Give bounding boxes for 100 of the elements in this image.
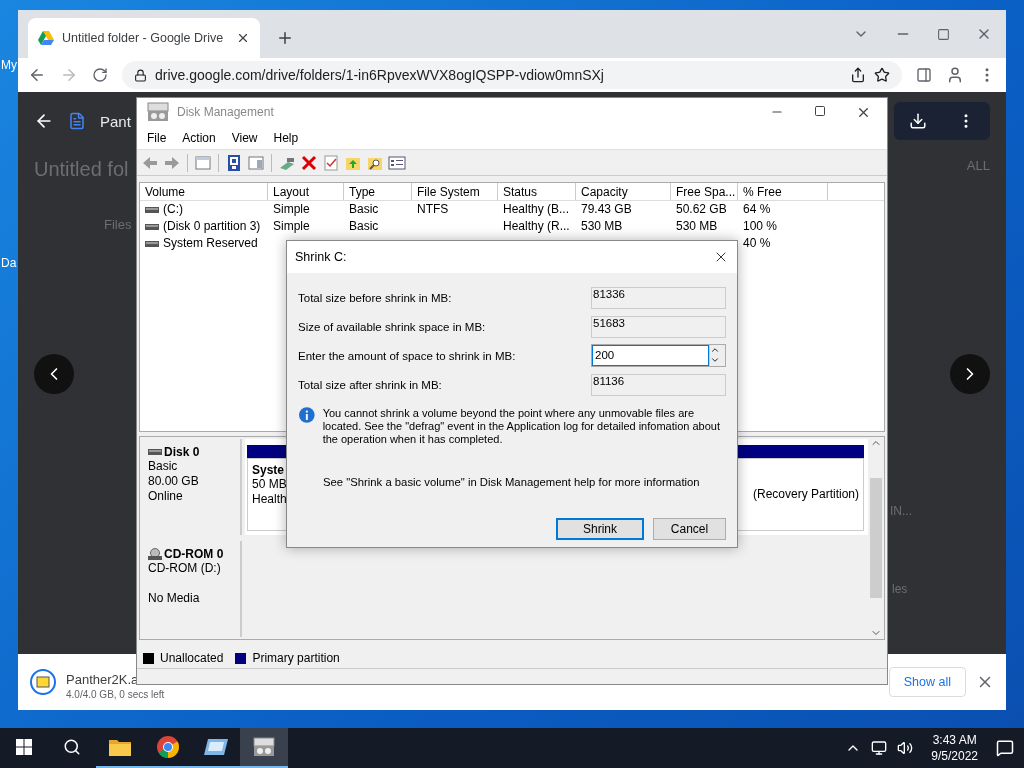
partition-detail: 50 MB <box>252 477 287 492</box>
close-icon[interactable] <box>236 31 250 45</box>
back-icon[interactable] <box>28 66 46 84</box>
menu-item[interactable]: File <box>139 130 175 145</box>
table-cell[interactable]: System Reserved <box>163 235 258 252</box>
table-cell: Healthy (R... <box>503 218 570 235</box>
table-cell: NTFS <box>417 201 449 218</box>
column-header[interactable]: % Free <box>738 183 828 200</box>
partition-detail: (Recovery Partition) <box>752 487 859 502</box>
spin-down-icon[interactable] <box>710 355 720 365</box>
disk-management-icon <box>251 736 277 758</box>
iso-file-icon <box>30 669 56 695</box>
new-tab-icon[interactable] <box>276 29 294 47</box>
search-icon <box>63 738 81 756</box>
address-bar[interactable]: drive.google.com/drive/folders/1-in6RpvexWVX8ogIQSPP-vdiow0mnSXj <box>122 61 902 89</box>
disk-status: Online <box>148 489 184 504</box>
field-label: Total size after shrink in MB: <box>298 378 442 391</box>
cancel-button[interactable]: Cancel <box>653 518 726 540</box>
column-header[interactable]: Type <box>344 183 412 200</box>
shrink-button[interactable]: Shrink <box>556 518 644 540</box>
desktop-icon-label[interactable]: Da <box>1 256 17 270</box>
notifications-icon[interactable] <box>996 739 1014 757</box>
profile-icon[interactable] <box>946 66 964 84</box>
windows-logo-icon <box>16 739 32 755</box>
column-header[interactable]: Free Spa... <box>671 183 738 200</box>
files-label: Files <box>104 217 132 232</box>
file-icon <box>68 112 86 130</box>
readonly-field: 81336 <box>591 286 726 309</box>
network-icon[interactable] <box>871 740 888 756</box>
window-app-icon <box>203 737 229 757</box>
table-cell: Basic <box>349 218 379 235</box>
download-icon <box>909 112 927 130</box>
scroll-thumb[interactable] <box>870 478 882 598</box>
column-header[interactable]: Status <box>498 183 576 200</box>
volume-icon <box>145 205 159 214</box>
info-icon <box>299 407 315 423</box>
table-cell: 40 % <box>743 235 771 252</box>
table-cell: Basic <box>349 201 379 218</box>
desktop-icon-label[interactable]: My <box>1 58 17 72</box>
disk-management-icon <box>145 101 171 123</box>
menu-item[interactable]: View <box>223 130 266 145</box>
volume-icon[interactable] <box>897 740 914 756</box>
table-cell: Simple <box>273 218 310 235</box>
side-panel-icon[interactable] <box>916 67 932 83</box>
chrome-icon <box>156 735 180 759</box>
item-name: IN... <box>890 504 912 518</box>
table-cell[interactable]: (C:) <box>163 201 183 218</box>
menu-item[interactable]: Action <box>174 130 224 145</box>
lock-icon <box>134 68 147 82</box>
download-status: 4.0/4.0 GB, 0 secs left <box>66 689 165 700</box>
maximize-icon[interactable] <box>814 104 826 117</box>
column-header[interactable]: Layout <box>268 183 344 200</box>
download-button[interactable] <box>894 102 990 140</box>
share-icon[interactable] <box>850 67 866 83</box>
info-message: You cannot shrink a volume beyond the point where any unmovable files are located. See the "defrag" event in the Application log for detailed infomation about the operation when it has completed. <box>322 407 721 446</box>
download-file-name[interactable]: Panther2K.a <box>66 672 139 687</box>
readonly-field: 81136 <box>591 373 726 396</box>
disk-size: 80.00 GB <box>148 474 200 489</box>
column-header[interactable]: Volume <box>140 183 268 200</box>
field-label: Total size before shrink in MB: <box>298 291 452 304</box>
show-all-button[interactable]: Show all <box>888 667 966 697</box>
clock[interactable]: 3:43 AM 9/5/2022 <box>923 732 986 764</box>
taskbar-app-button[interactable] <box>240 728 288 768</box>
delete-icon[interactable] <box>300 153 318 172</box>
column-header[interactable]: File System <box>412 183 498 200</box>
legend-label: Primary partition <box>252 651 340 665</box>
table-cell: 64 % <box>743 201 771 218</box>
item-label: les <box>892 582 908 596</box>
reload-icon[interactable] <box>92 67 108 83</box>
help-note: See "Shrink a basic volume" in Disk Management help for more information <box>323 476 701 488</box>
field-label: Size of available shrink space in MB: <box>298 320 486 333</box>
folder-title: Untitled fol <box>34 158 129 181</box>
window-title: Disk Management <box>177 105 274 119</box>
browser-tab[interactable]: Untitled folder - Google Drive <box>28 18 260 58</box>
drive-logo-icon <box>38 31 54 45</box>
menu-item[interactable]: Help <box>265 130 307 145</box>
maximize-icon[interactable] <box>937 27 950 41</box>
disk-status: No Media <box>148 591 201 606</box>
table-cell: 79.43 GB <box>581 201 632 218</box>
shrink-amount-field[interactable]: 200 <box>591 344 726 367</box>
bookmark-star-icon[interactable] <box>874 67 890 83</box>
field-label: Enter the amount of space to shrink in MB: <box>298 349 516 362</box>
partition-detail: Health <box>252 492 287 507</box>
folder-icon <box>108 737 132 757</box>
properties-icon[interactable] <box>388 153 406 172</box>
table-cell: Healthy (B... <box>503 201 570 218</box>
readonly-field: 51683 <box>591 315 726 338</box>
partition-name: Syste <box>252 463 285 477</box>
disk-type: Basic <box>148 459 179 474</box>
volume-icon <box>145 222 159 231</box>
spin-up-icon[interactable] <box>710 345 720 355</box>
volume-icon <box>145 239 159 248</box>
file-name: Pant <box>100 112 131 130</box>
checklist-icon[interactable] <box>322 153 340 172</box>
disk-type: CD-ROM (D:) <box>148 561 222 576</box>
legend-label: Unallocated <box>160 651 224 665</box>
table-cell: 100 % <box>743 218 778 235</box>
disk-name: Disk 0 <box>164 445 200 459</box>
column-header[interactable]: Capacity <box>576 183 671 200</box>
table-cell[interactable]: (Disk 0 partition 3) <box>163 218 261 235</box>
